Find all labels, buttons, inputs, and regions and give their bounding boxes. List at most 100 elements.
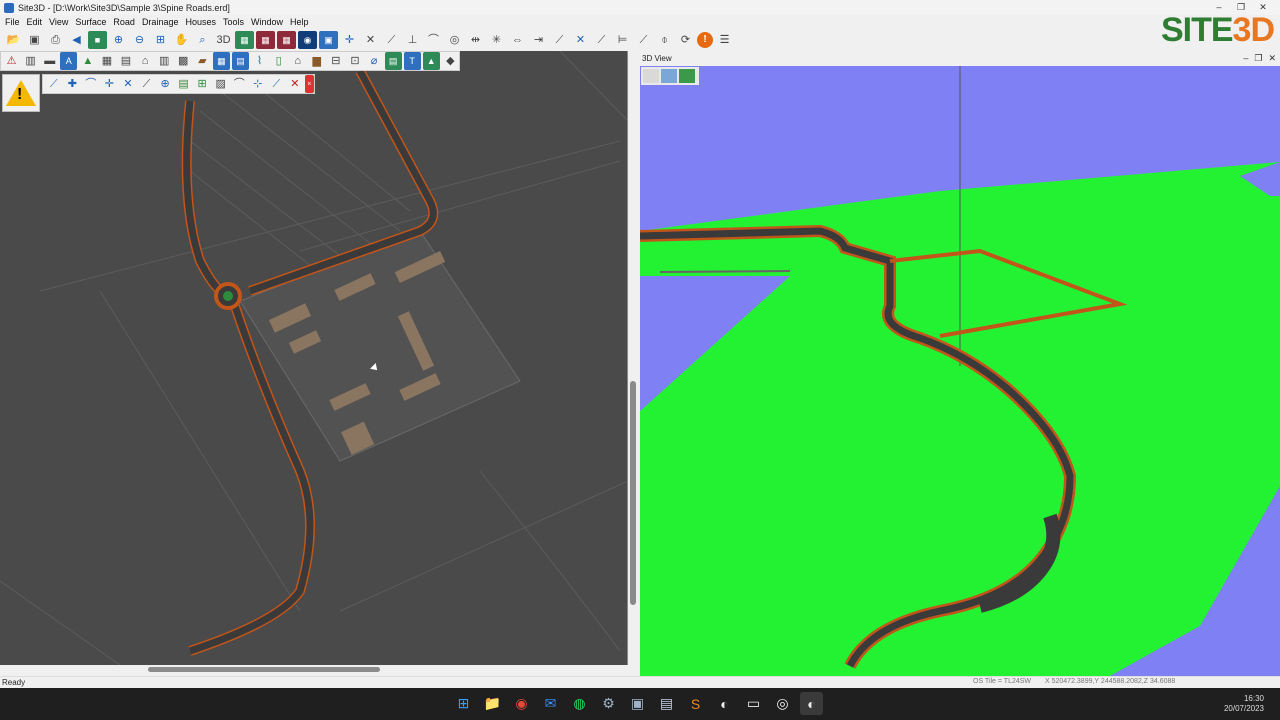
sublime-icon[interactable]: S [684, 692, 707, 715]
system-clock[interactable]: 16:30 20/07/2023 [1224, 694, 1264, 714]
file-explorer-icon[interactable]: 📁 [481, 692, 504, 715]
refresh-icon[interactable]: ⟳ [676, 31, 695, 49]
junction-icon[interactable]: ⊕ [156, 75, 174, 93]
zoom-in-icon[interactable]: ⊕ [109, 31, 128, 49]
arc-icon[interactable]: ⌒ [424, 31, 443, 49]
plan-vertical-scrollbar[interactable] [628, 51, 638, 665]
view3d-print-icon[interactable] [643, 69, 659, 83]
view-3d-icon[interactable]: 3D [214, 31, 233, 49]
join-icon[interactable]: ⟋ [138, 75, 156, 93]
pipe-icon[interactable]: ⌀ [365, 52, 382, 70]
warning-panel[interactable]: ! [2, 74, 40, 112]
split-icon[interactable]: ✕ [119, 75, 137, 93]
perpendicular-icon[interactable]: ⊥ [403, 31, 422, 49]
section-icon[interactable]: ⊡ [346, 52, 363, 70]
add-point-icon[interactable]: ✚ [64, 75, 82, 93]
grass-icon[interactable]: ▤ [384, 52, 402, 70]
line-snap-icon[interactable]: ⟋ [382, 31, 401, 49]
view3d-canvas[interactable] [640, 66, 1280, 676]
parking-icon[interactable]: ⌂ [289, 52, 306, 70]
level-icon[interactable]: ⊟ [327, 52, 344, 70]
curve-icon[interactable]: ⌒ [82, 75, 100, 93]
plan-view-canvas[interactable] [0, 51, 628, 665]
drainage-icon[interactable]: ⌇ [251, 52, 268, 70]
start-icon[interactable]: ⊞ [452, 692, 475, 715]
hatching-icon[interactable]: ▨ [212, 75, 230, 93]
map-icon[interactable]: ▣ [319, 31, 338, 49]
plan-horizontal-scrollbar[interactable] [0, 665, 628, 675]
draw-line-icon[interactable]: ⟋ [550, 31, 569, 49]
plot-icon[interactable]: ▰ [194, 52, 211, 70]
menu-drainage[interactable]: Drainage [140, 17, 184, 27]
editor-app-icon[interactable]: ▤ [655, 692, 678, 715]
cross-snap-icon[interactable]: ✕ [361, 31, 380, 49]
menu-edit[interactable]: Edit [25, 17, 48, 27]
contour-icon[interactable]: ▦ [235, 31, 254, 49]
offset-icon[interactable]: ⇔ [508, 31, 527, 49]
polyline-icon[interactable]: ⟋ [592, 31, 611, 49]
view3d-settings-icon[interactable] [661, 69, 677, 83]
print-icon[interactable]: ⎙ [46, 31, 65, 49]
trim-icon[interactable]: ⟋ [634, 31, 653, 49]
menu-tools[interactable]: Tools [221, 17, 249, 27]
platform-icon[interactable]: ◆ [442, 52, 459, 70]
centre-snap-icon[interactable]: ◎ [445, 31, 464, 49]
fence-icon[interactable]: ▯ [270, 52, 287, 70]
fill-icon[interactable]: ▆ [308, 52, 325, 70]
zoom-extents-icon[interactable]: ⊞ [151, 31, 170, 49]
zoom-out-icon[interactable]: ⊖ [130, 31, 149, 49]
wall-icon[interactable]: ▤ [117, 52, 134, 70]
chrome-icon[interactable]: ◉ [510, 692, 533, 715]
view3d-terrain-icon[interactable] [679, 69, 695, 83]
aerial-icon[interactable]: ◉ [298, 31, 317, 49]
building-icon[interactable]: ▥ [156, 52, 173, 70]
node-edit-icon[interactable]: ✛ [101, 75, 119, 93]
menu-window[interactable]: Window [249, 17, 288, 27]
network-icon[interactable]: ▤ [231, 52, 250, 70]
dimension-icon[interactable]: ⇹ [466, 31, 485, 49]
menu-houses[interactable]: Houses [183, 17, 221, 27]
grid-icon[interactable]: ▦ [98, 52, 115, 70]
open-file-icon[interactable]: 📂 [4, 31, 23, 49]
close-toolbar-icon[interactable]: × [304, 75, 314, 93]
menu-view[interactable]: View [47, 17, 73, 27]
site3d-taskbar-icon[interactable]: ◐ [713, 692, 736, 715]
levels-icon[interactable]: ⊹ [249, 75, 267, 93]
water-icon[interactable]: T [403, 52, 421, 70]
snap-point-icon[interactable]: ✛ [340, 31, 359, 49]
save-icon[interactable]: ▣ [25, 31, 44, 49]
outlook-icon[interactable]: ✉ [539, 692, 562, 715]
house-icon[interactable]: ⌂ [137, 52, 154, 70]
menu-file[interactable]: File [3, 17, 25, 27]
zoom-window-icon[interactable]: ⌕ [193, 31, 212, 49]
record-app-icon[interactable]: ◎ [771, 692, 794, 715]
alert-icon[interactable]: ! [697, 32, 713, 48]
surface-icon[interactable]: ■ [88, 31, 107, 49]
turning-head-icon[interactable]: ⌒ [230, 75, 248, 93]
horizontal-scroll-thumb[interactable] [148, 667, 380, 672]
menu-surface[interactable]: Surface [73, 17, 111, 27]
vertical-scroll-thumb[interactable] [630, 381, 636, 605]
tile-icon[interactable]: ▦ [212, 52, 230, 70]
view3d-close-button[interactable]: ✕ [1268, 53, 1276, 64]
spotify-icon[interactable]: ◍ [568, 692, 591, 715]
measure-icon[interactable]: ⊨ [613, 31, 632, 49]
alignment-icon[interactable]: A [60, 52, 78, 70]
road-section-icon[interactable]: ▬ [41, 52, 58, 70]
node-icon[interactable]: ✳ [487, 31, 506, 49]
garage-icon[interactable]: ▩ [175, 52, 192, 70]
view3d-minimize-button[interactable]: – [1243, 53, 1248, 64]
extend-icon[interactable]: ⇥ [529, 31, 548, 49]
colour-map-icon[interactable]: ▦ [256, 31, 275, 49]
tool-app-icon[interactable]: ⚙ [597, 692, 620, 715]
site3d-active-taskbar-icon[interactable]: ◐ [800, 692, 823, 715]
render-icon[interactable]: ▦ [277, 31, 296, 49]
road-line-icon[interactable]: ⟋ [45, 75, 63, 93]
warning-icon[interactable]: ⚠ [3, 52, 20, 70]
delete-icon[interactable]: ✕ [286, 75, 304, 93]
footpath-icon[interactable]: ▤ [175, 75, 193, 93]
kerb-line-icon[interactable]: ⊞ [193, 75, 211, 93]
menu-help[interactable]: Help [288, 17, 314, 27]
intersect-icon[interactable]: ✕ [571, 31, 590, 49]
view3d-restore-button[interactable]: ❐ [1254, 53, 1262, 64]
